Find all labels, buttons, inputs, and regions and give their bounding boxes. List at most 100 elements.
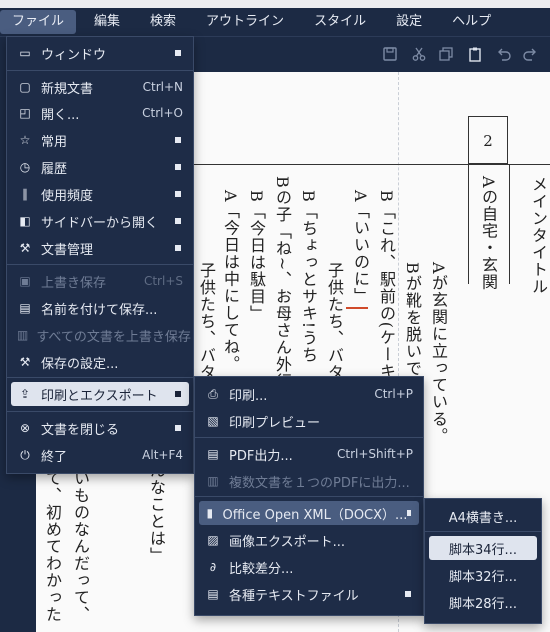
docx-menu-item-script32[interactable]: 脚本32行... bbox=[429, 563, 537, 587]
file-menu-item-print-export[interactable]: ⇪ 印刷とエクスポート bbox=[11, 382, 189, 406]
save-icon[interactable] bbox=[382, 46, 398, 62]
menu-bar: ファイル 編集 検索 アウトライン スタイル 設定 ヘルプ bbox=[0, 8, 550, 36]
window-top-strip bbox=[0, 0, 550, 8]
preview-icon: ▧ bbox=[207, 414, 219, 428]
file-menu-item-document-management[interactable]: ⚒ 文書管理 bbox=[11, 236, 189, 260]
submenu-arrow-icon bbox=[175, 50, 181, 56]
script-line: いものなんだって、 bbox=[71, 470, 90, 623]
image-icon: ▨ bbox=[207, 533, 219, 547]
save-icon: ▣ bbox=[19, 274, 31, 288]
export-menu-item-print[interactable]: ⎙ 印刷... Ctrl+P bbox=[199, 382, 419, 406]
menu-style[interactable]: スタイル bbox=[302, 10, 378, 34]
file-menu-item-save-all: ▥ すべての文書を上書き保存 bbox=[17, 328, 191, 345]
submenu-arrow-icon bbox=[175, 137, 181, 143]
clock-icon: ◷ bbox=[19, 160, 31, 174]
undo-icon[interactable] bbox=[496, 46, 512, 62]
file-menu-item-open[interactable]: ◰ 開く... Ctrl+O bbox=[11, 101, 189, 125]
library-icon: ∥ bbox=[22, 187, 28, 201]
script-line: A「いいのに」 bbox=[351, 190, 370, 305]
script-line: Aが玄関に立っている。 bbox=[429, 262, 448, 445]
menu-settings[interactable]: 設定 bbox=[384, 10, 434, 34]
file-menu-item-save: ▣ 上書き保存 Ctrl+S bbox=[11, 269, 189, 293]
menu-file[interactable]: ファイル bbox=[0, 10, 77, 34]
submenu-arrow-icon bbox=[405, 591, 411, 597]
submenu-arrow-icon bbox=[175, 218, 181, 224]
save-as-icon: ▤ bbox=[19, 301, 31, 315]
pdf-icon: ▤ bbox=[207, 447, 219, 461]
sidebar-icon: ◧ bbox=[19, 214, 31, 228]
docx-menu-item-script34[interactable]: 脚本34行... bbox=[429, 536, 537, 560]
star-icon: ☆ bbox=[19, 133, 31, 147]
script-line: A「今日は中にしてね。 bbox=[221, 190, 240, 373]
menu-separator bbox=[425, 531, 541, 532]
script-line: んなことは」 bbox=[147, 462, 166, 564]
cut-icon[interactable] bbox=[411, 46, 427, 62]
script-line: Bの子「ね~、お母さん外行 bbox=[273, 176, 292, 391]
file-menu-item-save-settings[interactable]: ⚒ 保存の設定... bbox=[11, 350, 189, 374]
save-all-icon: ▥ bbox=[17, 328, 29, 342]
redo-icon[interactable] bbox=[522, 46, 538, 62]
document-icon: ▮ bbox=[206, 506, 214, 520]
menu-separator bbox=[195, 437, 423, 438]
menu-separator bbox=[7, 70, 193, 71]
submenu-arrow-icon bbox=[175, 245, 181, 251]
menu-separator bbox=[7, 411, 193, 412]
menu-help[interactable]: ヘルプ bbox=[440, 10, 503, 34]
print-export-menu: ⎙ 印刷... Ctrl+P ▧ 印刷プレビュー ▤ PDF出力... Ctrl+Shif… bbox=[194, 376, 424, 616]
file-menu-item-open-from-sidebar[interactable]: ◧ サイドバーから開く bbox=[11, 209, 189, 233]
wrench-icon: ⚒ bbox=[19, 355, 31, 369]
file-menu-item-favorites[interactable]: ☆ 常用 bbox=[11, 128, 189, 152]
text-file-icon: ▤ bbox=[207, 587, 219, 601]
script-line: B「ちょっとサキ!うち bbox=[299, 190, 318, 364]
menu-separator bbox=[7, 377, 193, 378]
file-menu-item-quit[interactable]: ⏻ 終了 Alt+F4 bbox=[11, 443, 189, 467]
script-line: B「これ、駅前の(ケーキ bbox=[377, 190, 396, 380]
file-menu-item-new[interactable]: ▢ 新規文書 Ctrl+N bbox=[11, 75, 189, 99]
export-icon: ⇪ bbox=[19, 387, 31, 401]
spell-underline bbox=[346, 307, 368, 309]
script-line: B「今日は駄目」 bbox=[247, 190, 266, 322]
file-menu-item-close[interactable]: ⊗ 文書を閉じる bbox=[11, 416, 189, 440]
close-circle-icon: ⊗ bbox=[19, 421, 31, 435]
copy-icon[interactable] bbox=[438, 46, 454, 62]
submenu-arrow-icon bbox=[407, 510, 411, 516]
export-menu-item-text-files[interactable]: ▤ 各種テキストファイル bbox=[199, 582, 419, 606]
wrench-icon: ⚒ bbox=[19, 241, 31, 255]
printer-icon: ⎙ bbox=[208, 386, 218, 401]
submenu-arrow-icon bbox=[175, 191, 181, 197]
file-menu: ▭ ウィンドウ ▢ 新規文書 Ctrl+N ◰ 開く... Ctrl+O ☆ 常用 ◷ 履歴 … bbox=[6, 36, 194, 474]
scene-number-box: 2 bbox=[468, 116, 508, 164]
window-icon: ▭ bbox=[19, 46, 31, 60]
export-menu-item-print-preview[interactable]: ▧ 印刷プレビュー bbox=[199, 409, 419, 433]
folder-icon: ◰ bbox=[19, 106, 31, 120]
export-menu-item-docx[interactable]: ▮ Office Open XML（DOCX）... bbox=[199, 501, 419, 525]
menu-edit[interactable]: 編集 bbox=[82, 10, 132, 34]
submenu-arrow-icon bbox=[175, 391, 181, 397]
export-menu-item-pdf[interactable]: ▤ PDF出力... Ctrl+Shift+P bbox=[199, 442, 419, 466]
script-line: て、初めてわかった bbox=[43, 470, 62, 623]
file-menu-item-frequency[interactable]: ∥ 使用頻度 bbox=[11, 182, 189, 206]
docx-menu-item-script28[interactable]: 脚本28行... bbox=[429, 590, 537, 614]
docx-menu-item-a4[interactable]: A4横書き... bbox=[429, 504, 537, 528]
menu-separator bbox=[7, 264, 193, 265]
script-line: 子供たち、バタ bbox=[197, 262, 216, 381]
menu-search[interactable]: 検索 bbox=[138, 10, 188, 34]
export-menu-item-image[interactable]: ▨ 画像エクスポート... bbox=[199, 528, 419, 552]
paste-icon[interactable] bbox=[467, 46, 483, 62]
script-line: 子供たち、バタ bbox=[325, 262, 344, 381]
multi-pdf-icon: ▥ bbox=[207, 474, 219, 488]
export-menu-item-diff[interactable]: ∂ 比較差分... bbox=[199, 555, 419, 579]
menu-separator bbox=[195, 496, 423, 497]
file-menu-item-window[interactable]: ▭ ウィンドウ bbox=[11, 41, 189, 65]
exit-icon: ⏻ bbox=[20, 447, 30, 462]
file-menu-item-history[interactable]: ◷ 履歴 bbox=[11, 155, 189, 179]
new-document-icon: ▢ bbox=[19, 80, 31, 94]
file-menu-item-save-as[interactable]: ▤ 名前を付けて保存... bbox=[11, 296, 189, 320]
docx-menu: A4横書き... 脚本34行... 脚本32行... 脚本28行... bbox=[424, 498, 542, 624]
compare-icon: ∂ bbox=[209, 560, 217, 574]
scene-heading: Aの自宅・玄関 bbox=[479, 176, 498, 291]
menu-outline[interactable]: アウトライン bbox=[194, 10, 296, 34]
submenu-arrow-icon bbox=[175, 425, 181, 431]
main-title: メインタイトル bbox=[529, 176, 548, 295]
script-line: Bが靴を脱いで bbox=[403, 262, 422, 377]
